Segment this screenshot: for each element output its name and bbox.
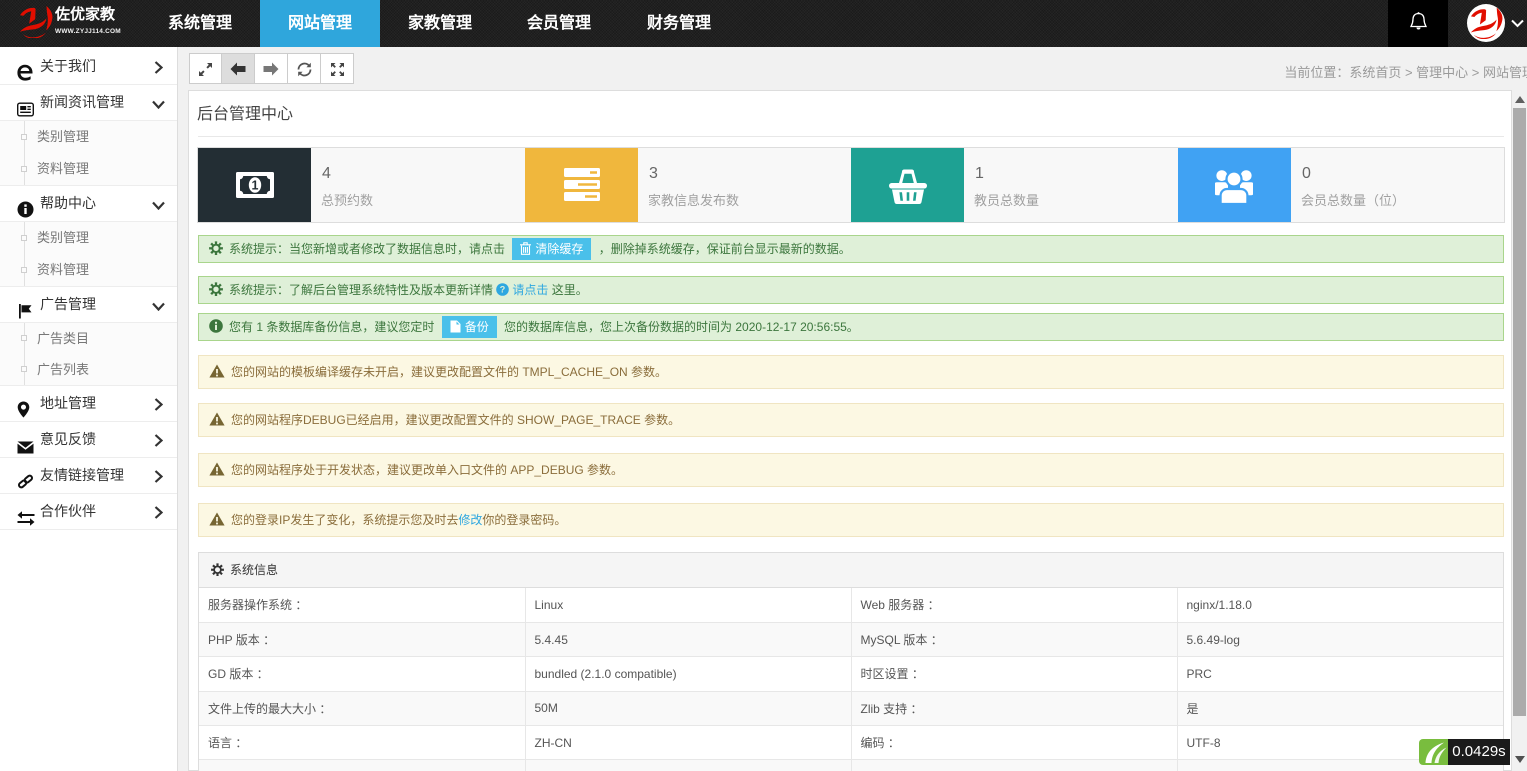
svg-text:1: 1 (252, 179, 259, 193)
svg-text:?: ? (500, 285, 506, 295)
